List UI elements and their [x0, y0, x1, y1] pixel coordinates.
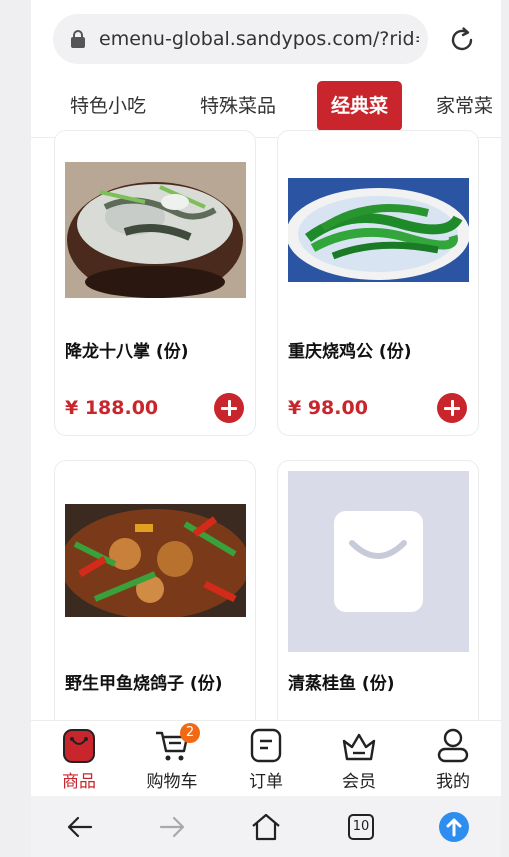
- cart-icon: 2: [154, 723, 200, 763]
- dish-card[interactable]: 重庆烧鸡公 (份) ¥ 98.00: [277, 130, 479, 436]
- crown-icon: [341, 727, 377, 763]
- tab-classic-dishes[interactable]: 经典菜: [317, 81, 403, 131]
- tab-snacks[interactable]: 特色小吃: [70, 81, 146, 131]
- forward-arrow-icon[interactable]: [155, 810, 189, 844]
- nav-label: 会员: [342, 772, 376, 792]
- dish-card[interactable]: 清蒸桂鱼 (份): [277, 460, 479, 740]
- tab-count: 10: [352, 819, 370, 834]
- dish-name: 野生甲鱼烧鸽子 (份): [65, 674, 223, 694]
- dish-name: 清蒸桂鱼 (份): [288, 674, 395, 694]
- address-bar[interactable]: emenu-global.sandypos.com/?rid=: [53, 14, 428, 64]
- home-icon[interactable]: [249, 810, 283, 844]
- shopping-bag-placeholder-icon[interactable]: [288, 471, 469, 652]
- url-text[interactable]: emenu-global.sandypos.com/?rid=: [99, 28, 419, 50]
- browser-viewport: emenu-global.sandypos.com/?rid= 特色小吃 特殊菜…: [31, 0, 501, 857]
- goods-icon: [61, 727, 97, 763]
- nav-label: 购物车: [146, 772, 198, 792]
- tab-special-dishes[interactable]: 特殊菜品: [200, 81, 276, 131]
- tab-home-dishes[interactable]: 家常菜: [436, 81, 493, 131]
- category-tabs: 特色小吃 特殊菜品 经典菜 家常菜: [31, 76, 501, 138]
- nav-cart[interactable]: 2 购物车: [132, 723, 212, 792]
- order-icon: [248, 727, 284, 763]
- dish-image[interactable]: [65, 504, 246, 617]
- nav-member[interactable]: 会员: [319, 727, 399, 792]
- dish-image[interactable]: [65, 162, 246, 298]
- nav-profile[interactable]: 我的: [413, 727, 493, 792]
- dish-price: ¥ 98.00: [288, 397, 368, 419]
- nav-label: 商品: [62, 772, 96, 792]
- dish-name: 重庆烧鸡公 (份): [288, 342, 412, 362]
- nav-orders[interactable]: 订单: [226, 727, 306, 792]
- dish-card[interactable]: 野生甲鱼烧鸽子 (份): [54, 460, 256, 740]
- dish-card[interactable]: 降龙十八掌 (份) ¥ 188.00: [54, 130, 256, 436]
- add-to-cart-button[interactable]: [437, 393, 467, 423]
- nav-goods[interactable]: 商品: [39, 727, 119, 792]
- tabs-button[interactable]: 10: [344, 810, 378, 844]
- browser-bottom-toolbar: 10: [31, 796, 501, 857]
- left-margin: [0, 0, 31, 857]
- dish-image[interactable]: [288, 178, 469, 282]
- back-arrow-icon[interactable]: [63, 810, 97, 844]
- profile-icon: [435, 727, 471, 763]
- add-to-cart-button[interactable]: [214, 393, 244, 423]
- address-bar-area: emenu-global.sandypos.com/?rid=: [31, 0, 501, 76]
- upload-icon[interactable]: [437, 810, 471, 844]
- nav-label: 订单: [249, 772, 283, 792]
- lock-icon: [71, 30, 85, 48]
- cart-count-badge: 2: [180, 723, 200, 743]
- bottom-navigation: 商品 2 购物车 订单 会员 我的: [31, 720, 501, 796]
- nav-label: 我的: [436, 772, 470, 792]
- refresh-icon[interactable]: [447, 25, 477, 55]
- dish-name: 降龙十八掌 (份): [65, 342, 189, 362]
- right-margin: [501, 0, 509, 857]
- dish-price: ¥ 188.00: [65, 397, 159, 419]
